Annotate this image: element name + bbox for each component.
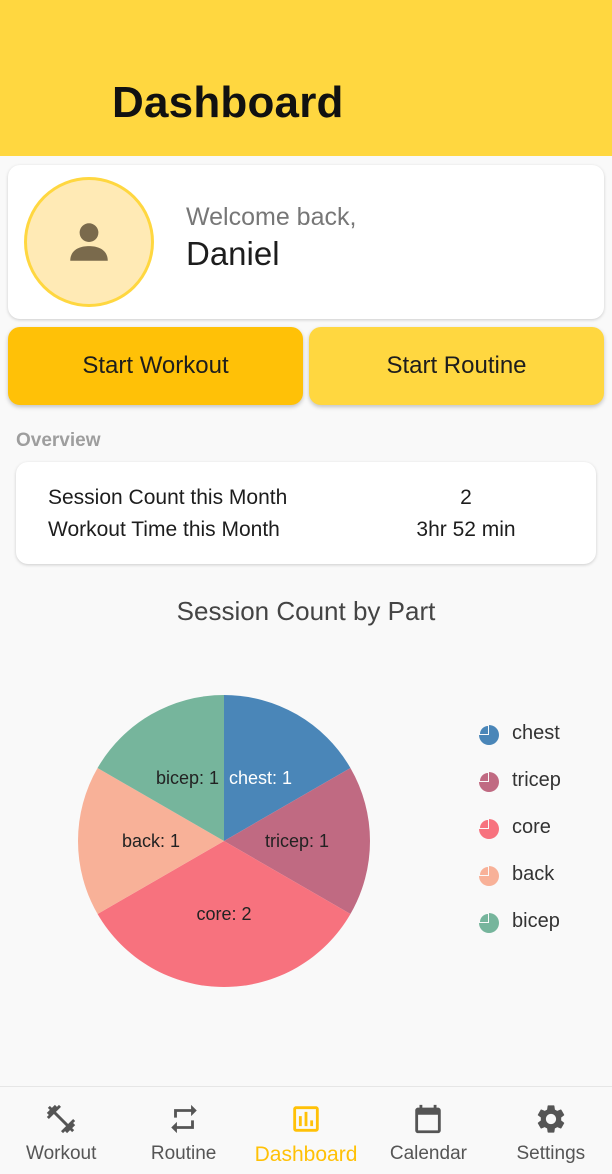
nav-item-dashboard[interactable]: Dashboard xyxy=(245,1087,367,1174)
app-bar: Dashboard xyxy=(0,0,612,156)
nav-label: Routine xyxy=(150,1143,217,1164)
start-routine-button[interactable]: Start Routine xyxy=(309,327,604,405)
person-icon xyxy=(70,223,108,261)
legend-label: chest xyxy=(512,722,560,744)
legend-item-core: core xyxy=(478,816,561,863)
pie-label-back: back: 1 xyxy=(122,831,180,851)
legend-item-back: back xyxy=(478,863,561,910)
pie-chart-icon xyxy=(479,819,499,839)
bottom-navigation: Workout Routine Dashboard Calendar Setti… xyxy=(0,1086,612,1174)
pie-chart-icon xyxy=(479,725,499,745)
welcome-text: Welcome back, xyxy=(186,203,357,231)
legend-label: tricep xyxy=(512,769,561,791)
chart-legend: chest tricep core back bicep xyxy=(478,722,561,957)
legend-label: bicep xyxy=(512,910,560,932)
page-title: Dashboard xyxy=(112,78,344,127)
nav-item-workout[interactable]: Workout xyxy=(0,1087,122,1174)
legend-label: back xyxy=(512,863,555,885)
bar-chart-icon xyxy=(289,1101,323,1137)
legend-label: core xyxy=(512,816,551,838)
pie-chart-icon xyxy=(479,913,499,933)
pie-label-bicep: bicep: 1 xyxy=(156,768,219,788)
nav-label: Workout xyxy=(26,1143,97,1164)
nav-item-calendar[interactable]: Calendar xyxy=(367,1087,489,1174)
pie-chart-icon xyxy=(479,866,499,886)
avatar xyxy=(24,177,154,307)
nav-label: Dashboard xyxy=(254,1143,358,1166)
nav-label: Settings xyxy=(516,1143,586,1164)
start-workout-button[interactable]: Start Workout xyxy=(8,327,303,405)
overview-row-label: Session Count this Month xyxy=(48,486,288,509)
calendar-icon xyxy=(411,1101,445,1137)
legend-item-bicep: bicep xyxy=(478,910,561,957)
nav-item-settings[interactable]: Settings xyxy=(490,1087,612,1174)
legend-item-chest: chest xyxy=(478,722,561,769)
dumbbell-icon xyxy=(44,1101,78,1137)
overview-row-session-count: Session Count this Month 2 xyxy=(48,486,568,516)
pie-label-core: core: 2 xyxy=(196,904,251,924)
user-name: Daniel xyxy=(186,235,280,272)
chart-title: Session Count by Part xyxy=(176,596,436,626)
gear-icon xyxy=(534,1101,568,1137)
overview-row-value: 2 xyxy=(460,486,472,509)
overview-row-label: Workout Time this Month xyxy=(48,518,280,541)
legend-item-tricep: tricep xyxy=(478,769,561,816)
overview-row-value: 3hr 52 min xyxy=(416,518,516,541)
profile-card: Welcome back, Daniel xyxy=(8,165,604,319)
pie-label-chest: chest: 1 xyxy=(229,768,292,788)
overview-card: Session Count this Month 2 Workout Time … xyxy=(16,462,596,564)
overview-label: Overview xyxy=(16,430,101,451)
pie-label-tricep: tricep: 1 xyxy=(265,831,329,851)
nav-item-routine[interactable]: Routine xyxy=(122,1087,244,1174)
overview-row-workout-time: Workout Time this Month 3hr 52 min xyxy=(48,518,568,548)
nav-label: Calendar xyxy=(389,1143,467,1164)
pie-chart-icon xyxy=(479,772,499,792)
repeat-icon xyxy=(167,1101,201,1137)
